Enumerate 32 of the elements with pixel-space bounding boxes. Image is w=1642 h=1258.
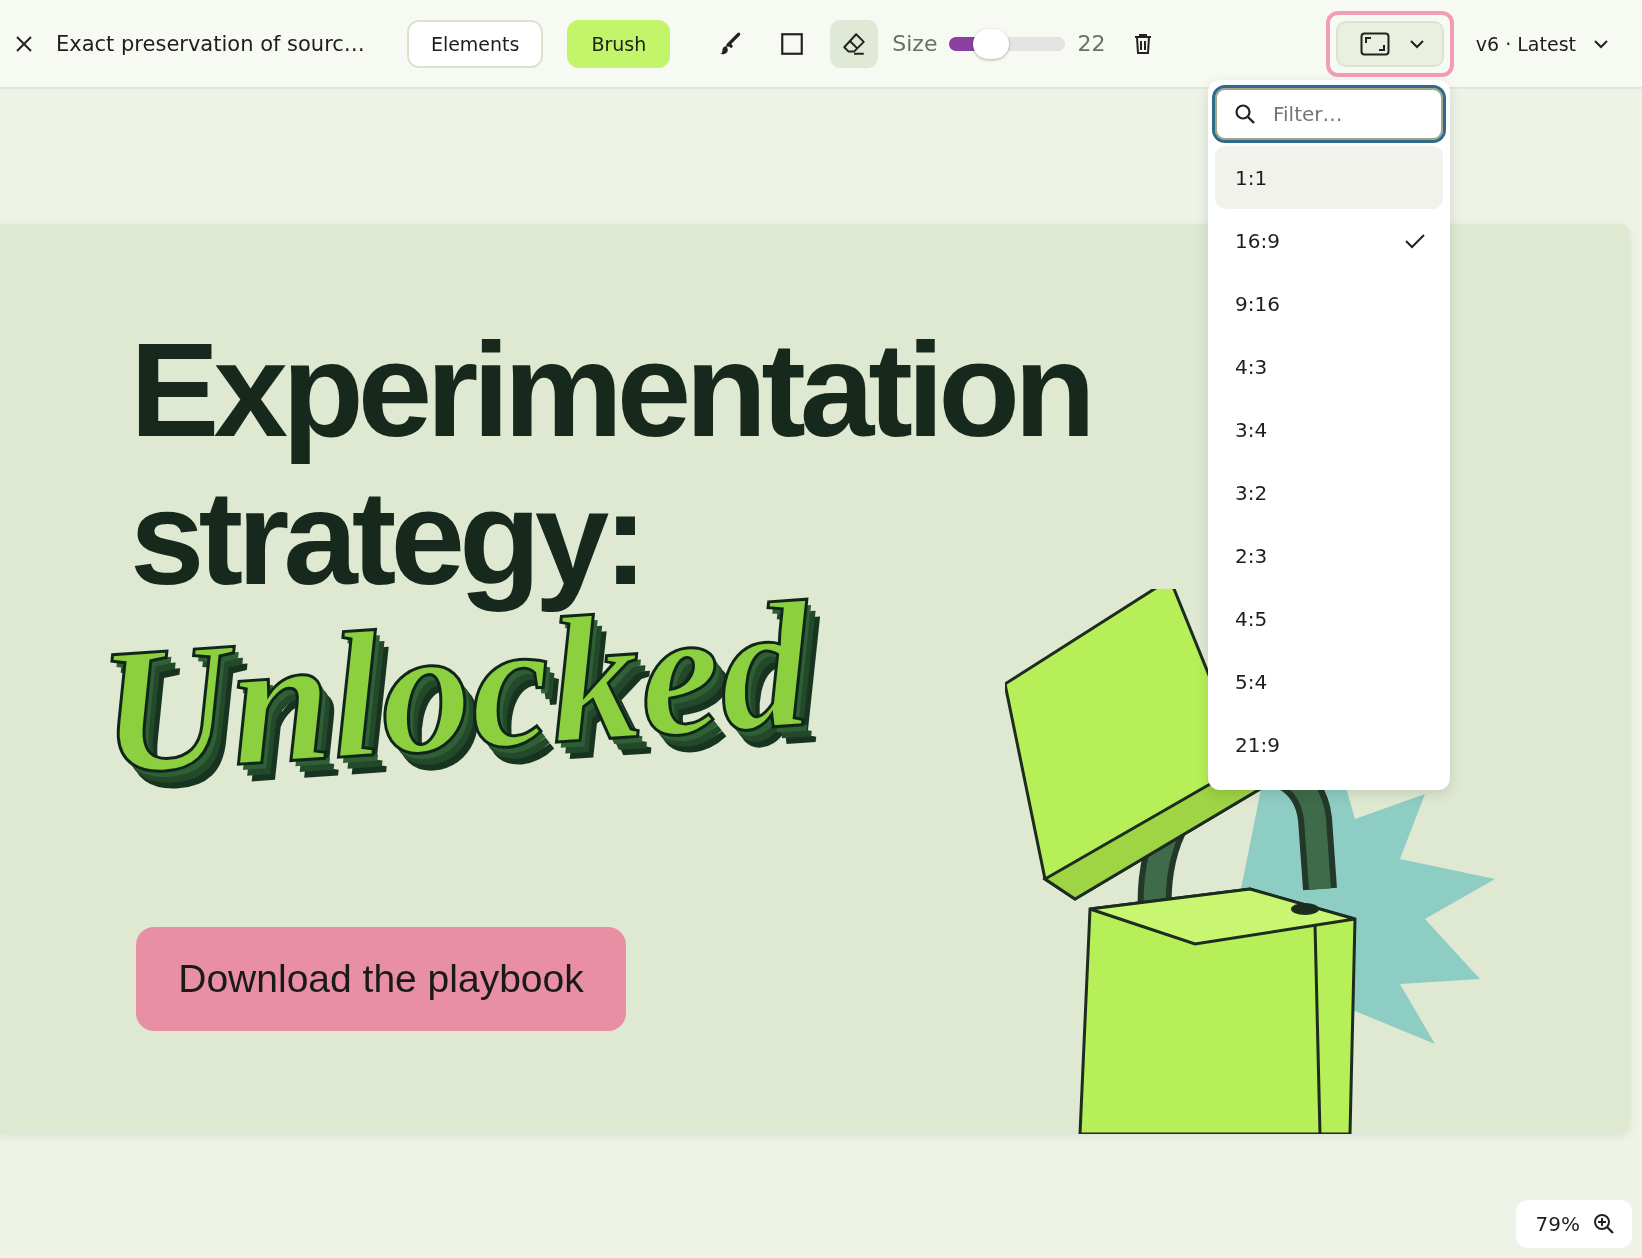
aspect-ratio-button[interactable] (1335, 20, 1444, 67)
aspect-ratio-option[interactable]: 16:9 (1215, 209, 1443, 272)
size-value: 22 (1077, 31, 1106, 56)
eraser-icon (841, 30, 868, 57)
close-icon[interactable] (14, 33, 34, 54)
aspect-ratio-option[interactable]: 9:16 (1215, 272, 1443, 335)
filter-field[interactable]: Filter… (1215, 88, 1443, 140)
aspect-ratio-option[interactable]: 5:4 (1215, 650, 1443, 713)
aspect-ratio-icon (1359, 31, 1390, 56)
aspect-ratio-option[interactable]: 3:2 (1215, 461, 1443, 524)
aspect-ratio-option[interactable]: 4:3 (1215, 335, 1443, 398)
aspect-ratio-option[interactable]: 21:9 (1215, 713, 1443, 776)
search-icon (1233, 102, 1257, 126)
mode-tab[interactable]: Brush (567, 19, 671, 68)
size-label: Size (892, 31, 938, 56)
chevron-down-icon (1409, 38, 1424, 49)
document-title: Exact preservation of sourc… (56, 31, 365, 56)
version-dropdown[interactable]: v6 · Latest (1469, 31, 1614, 56)
size-slider[interactable] (949, 28, 1066, 59)
zoom-control[interactable]: 79% (1515, 1200, 1632, 1248)
aspect-ratio-option[interactable]: 2:3 (1215, 524, 1443, 587)
aspect-ratio-option[interactable]: 1:1 (1215, 146, 1443, 209)
filter-input[interactable]: Filter… (1271, 101, 1415, 127)
aspect-ratio-option[interactable]: 4:5 (1215, 587, 1443, 650)
delete-icon[interactable] (1133, 32, 1154, 55)
chevron-down-icon (1594, 38, 1608, 49)
headline: Experimentation (130, 316, 1090, 464)
square-icon (779, 30, 806, 57)
aspect-ratio-option[interactable]: 3:4 (1215, 398, 1443, 461)
zoom-in-icon (1592, 1212, 1616, 1236)
mode-tab[interactable]: Elements (406, 19, 544, 68)
eraser-tool[interactable] (830, 19, 879, 68)
